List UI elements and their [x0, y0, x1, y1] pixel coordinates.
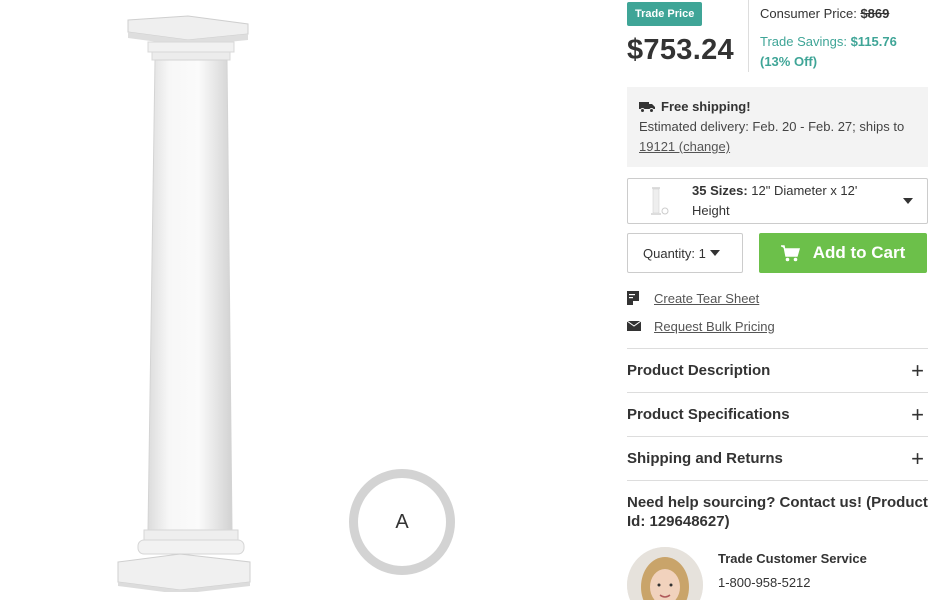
- help-heading: Need help sourcing? Contact us! (Product…: [627, 494, 928, 530]
- price-block: Trade Price $753.24 Consumer Price: $869…: [627, 0, 928, 72]
- accordion-product-description[interactable]: Product Description +: [627, 349, 928, 393]
- savings-percent: (13% Off): [760, 54, 818, 69]
- accordion-label: Shipping and Returns: [627, 450, 783, 467]
- avatar: [627, 547, 703, 600]
- accordion-label: Product Description: [627, 362, 771, 379]
- truck-icon: [639, 102, 655, 113]
- contact-card: Trade Customer Service 1-800-958-5212: [627, 547, 928, 600]
- add-to-cart-label: Add to Cart: [812, 243, 906, 262]
- savings-amount: $115.76: [850, 34, 897, 49]
- delivery-estimate: Estimated delivery: Feb. 20 - Feb. 27; s…: [639, 119, 905, 134]
- chevron-down-icon: [709, 250, 720, 256]
- consumer-price-label: Consumer Price:: [760, 6, 857, 21]
- trade-savings: Trade Savings: $115.76 (13% Off): [760, 32, 897, 72]
- envelope-icon: [627, 321, 641, 331]
- ar-view-label: A: [395, 510, 409, 533]
- quantity-select[interactable]: Quantity: 1: [627, 233, 743, 273]
- size-count: 35 Sizes:: [692, 183, 748, 198]
- size-thumbnail: [648, 185, 670, 217]
- product-purchase-panel: Trade Price $753.24 Consumer Price: $869…: [627, 0, 928, 600]
- column-product-image[interactable]: [110, 10, 260, 592]
- add-to-cart-button[interactable]: Add to Cart: [759, 233, 927, 273]
- contact-name: Trade Customer Service: [718, 551, 867, 566]
- accordion-label: Product Specifications: [627, 406, 790, 423]
- create-tear-sheet-link[interactable]: Create Tear Sheet: [654, 291, 759, 306]
- trade-price: $753.24: [627, 34, 734, 66]
- plus-icon: +: [911, 445, 924, 471]
- contact-phone[interactable]: 1-800-958-5212: [718, 571, 867, 595]
- product-gallery: A: [0, 0, 600, 600]
- accordion-shipping-returns[interactable]: Shipping and Returns +: [627, 437, 928, 481]
- size-dropdown[interactable]: 35 Sizes: 12" Diameter x 12' Height: [627, 178, 928, 224]
- consumer-price-value: $869: [860, 6, 890, 21]
- plus-icon: +: [911, 401, 924, 427]
- product-accordion: Product Description + Product Specificat…: [627, 348, 928, 481]
- shipping-title: Free shipping!: [661, 99, 751, 114]
- savings-label: Trade Savings:: [760, 34, 847, 49]
- change-zip-link[interactable]: 19121 (change): [639, 139, 730, 154]
- quantity-label: Quantity: 1: [643, 245, 706, 261]
- trade-price-badge: Trade Price: [627, 2, 703, 26]
- ar-view-button[interactable]: A: [349, 469, 455, 575]
- chevron-down-icon: [903, 198, 913, 204]
- tear-sheet-icon: [627, 291, 639, 305]
- plus-icon: +: [911, 357, 924, 383]
- shipping-info: Free shipping! Estimated delivery: Feb. …: [627, 87, 928, 167]
- cart-icon: [780, 244, 800, 261]
- consumer-price: Consumer Price: $869: [760, 4, 897, 24]
- accordion-product-specifications[interactable]: Product Specifications +: [627, 393, 928, 437]
- request-bulk-pricing-link[interactable]: Request Bulk Pricing: [654, 319, 775, 334]
